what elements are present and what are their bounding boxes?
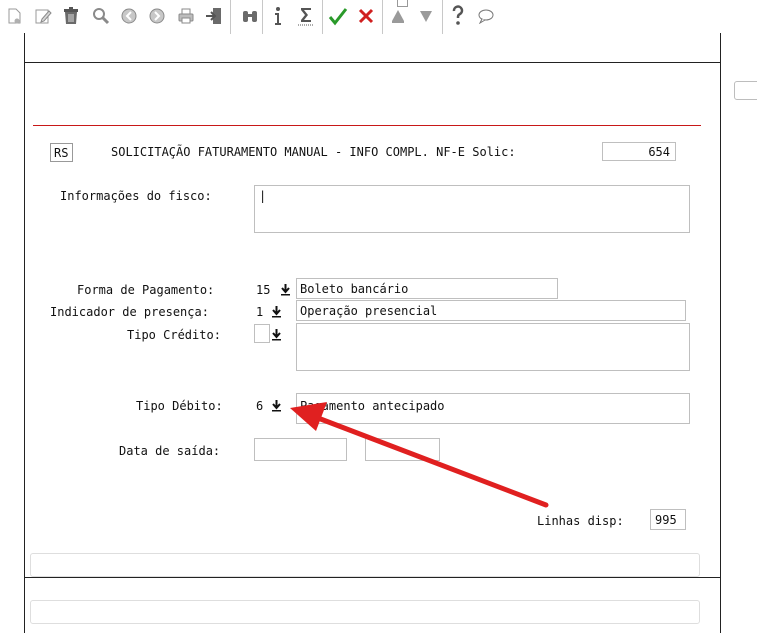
presenca-code[interactable]: 1 (256, 304, 263, 320)
debito-desc: Pagamento antecipado (296, 393, 690, 424)
pagamento-dropdown-icon[interactable] (279, 282, 292, 296)
info-icon[interactable] (267, 5, 289, 27)
solic-field: 654 (602, 142, 676, 161)
window-tab-marker (397, 0, 408, 7)
side-tab[interactable] (734, 81, 757, 100)
fisco-textarea[interactable]: | (254, 185, 690, 233)
cancel-icon[interactable] (355, 5, 377, 27)
chat-icon[interactable] (475, 5, 497, 27)
search-icon[interactable] (90, 5, 112, 27)
new-icon[interactable] (3, 5, 25, 27)
presenca-desc: Operação presencial (296, 300, 686, 321)
toolbar (0, 0, 757, 34)
debito-label: Tipo Débito: (136, 399, 223, 413)
next-icon[interactable] (146, 5, 168, 27)
fisco-label: Informações do fisco: (60, 189, 212, 203)
up-icon[interactable] (387, 5, 409, 27)
down-icon[interactable] (415, 5, 437, 27)
edit-icon[interactable] (32, 5, 54, 27)
saida-date-field[interactable] (254, 438, 347, 461)
previous-icon[interactable] (118, 5, 140, 27)
binoculars-icon[interactable] (239, 5, 261, 27)
sum-icon[interactable] (295, 5, 317, 27)
print-icon[interactable] (175, 5, 197, 27)
credito-desc (296, 323, 690, 371)
page-title: SOLICITAÇÃO FATURAMENTO MANUAL - INFO CO… (111, 145, 516, 159)
bottom-divider (24, 577, 721, 578)
message-panel (30, 600, 700, 624)
debito-dropdown-icon[interactable] (270, 398, 283, 412)
presenca-label: Indicador de presença: (50, 305, 209, 319)
saida-label: Data de saída: (119, 444, 221, 458)
debito-code[interactable]: 6 (256, 398, 263, 414)
credito-code[interactable] (254, 324, 270, 343)
pagamento-label: Forma de Pagamento: (77, 283, 215, 297)
header-separator (33, 125, 701, 126)
saida-time-field[interactable] (365, 438, 440, 461)
confirm-icon[interactable] (327, 5, 349, 27)
credito-label: Tipo Crédito: (127, 328, 221, 342)
delete-icon[interactable] (60, 5, 82, 27)
linhas-value: 995 (650, 509, 686, 530)
presenca-dropdown-icon[interactable] (270, 304, 283, 318)
credito-dropdown-icon[interactable] (270, 327, 283, 341)
linhas-label: Linhas disp: (537, 514, 624, 528)
title-bar-divider (24, 62, 721, 63)
exit-icon[interactable] (203, 5, 225, 27)
rs-badge: RS (50, 143, 73, 162)
pagamento-desc: Boleto bancário (296, 278, 558, 299)
status-panel (30, 553, 700, 577)
help-icon[interactable] (447, 5, 469, 27)
pagamento-code[interactable]: 15 (256, 282, 270, 298)
